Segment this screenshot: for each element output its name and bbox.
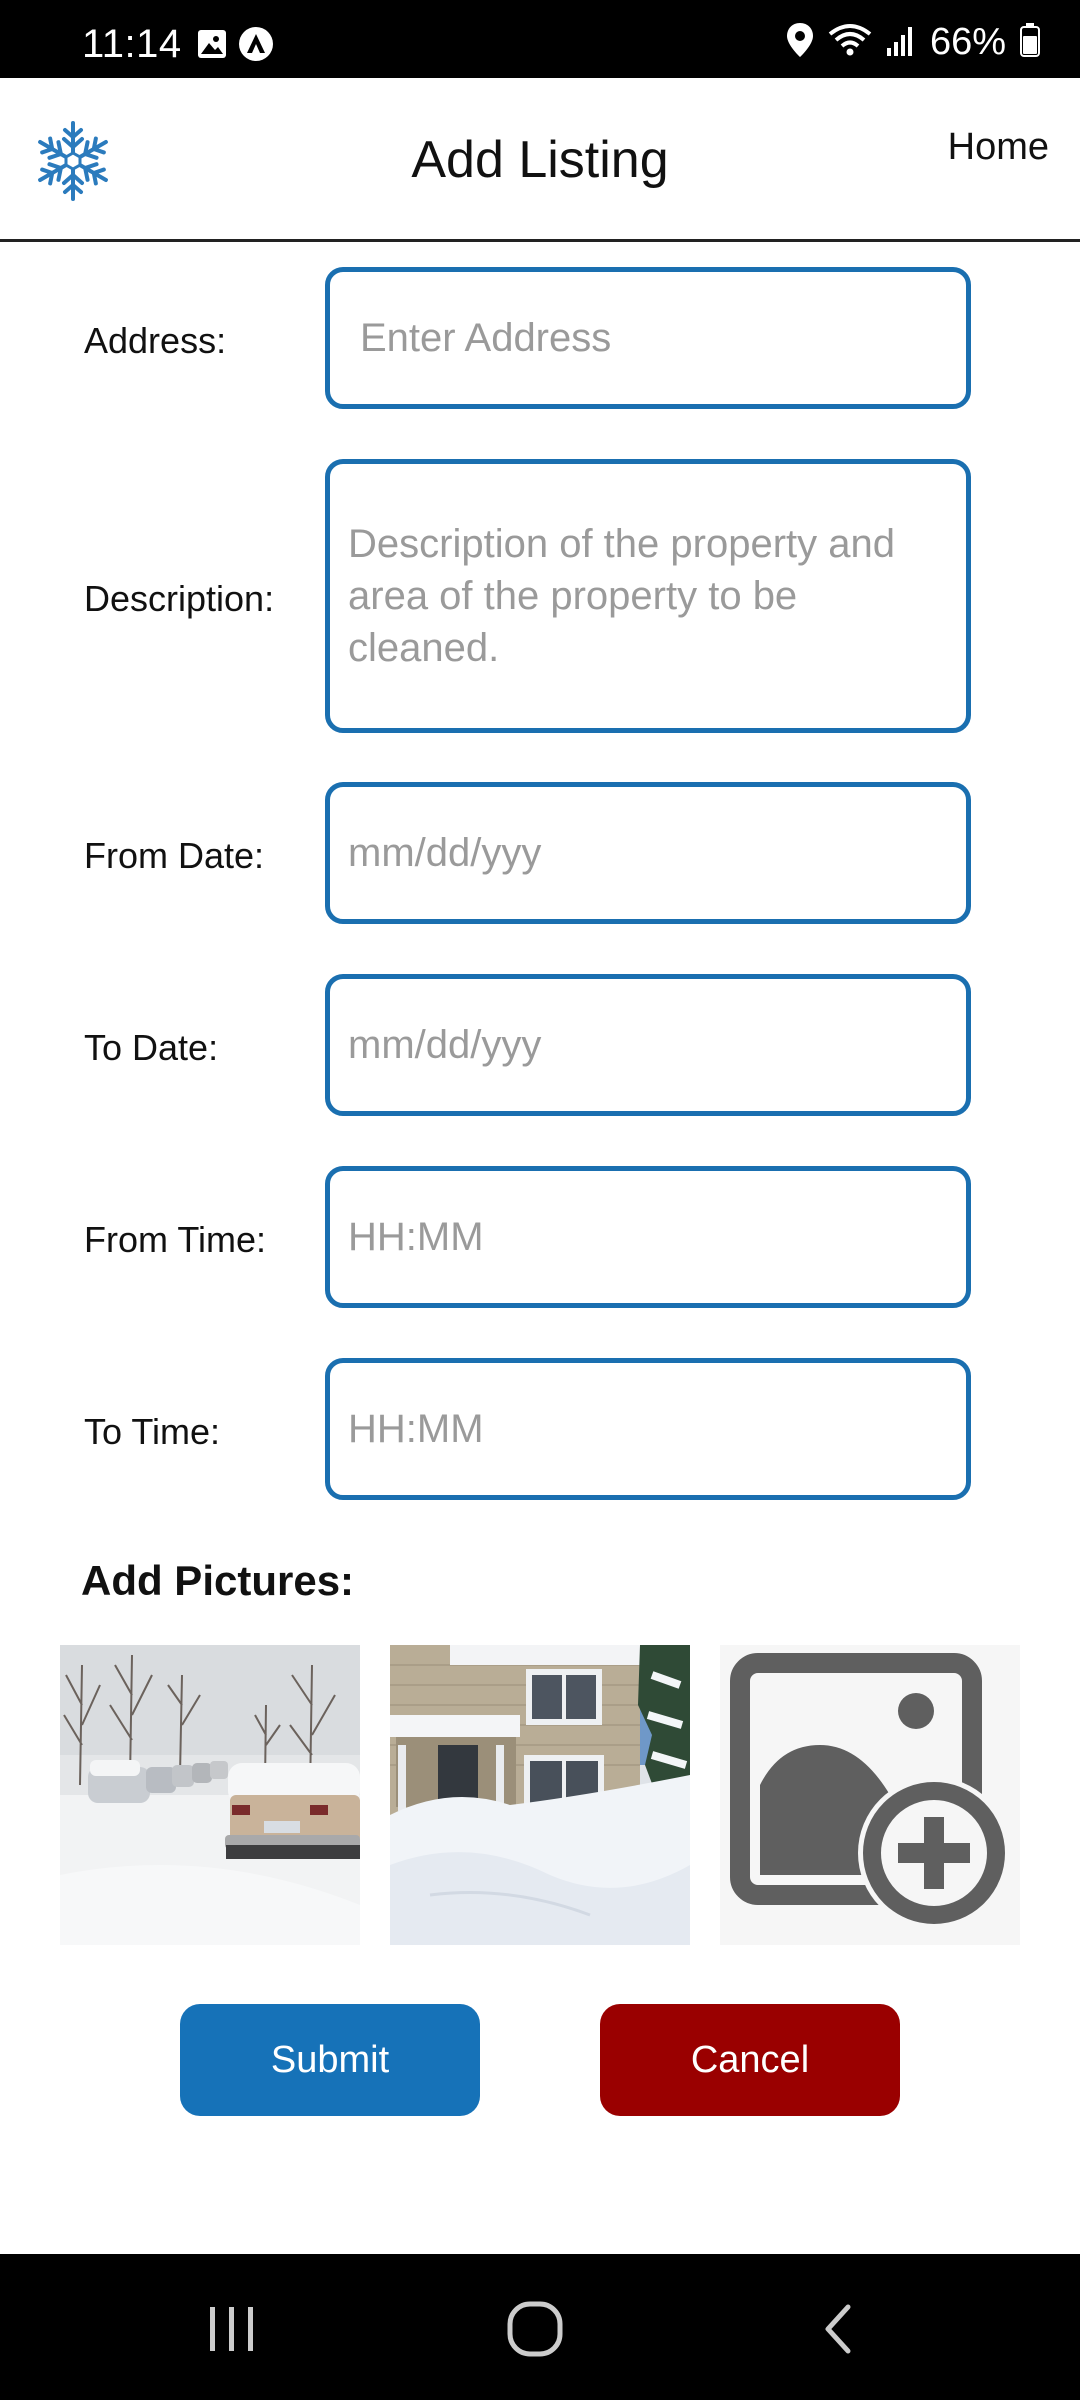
navigation-bar — [0, 2254, 1080, 2400]
wifi-icon — [828, 22, 872, 63]
submit-button[interactable]: Submit — [180, 2004, 480, 2116]
add-pictures-heading: Add Pictures: — [81, 1557, 355, 1604]
snowy-street-photo[interactable] — [60, 1645, 360, 1945]
address-label: Address: — [84, 320, 227, 361]
recents-icon[interactable] — [182, 2294, 282, 2364]
signal-icon — [886, 24, 916, 61]
app-header: Add Listing Home — [0, 78, 1080, 242]
location-icon — [786, 22, 814, 63]
gallery-icon — [196, 28, 228, 65]
battery-level: 66% — [929, 20, 1006, 63]
home-link[interactable]: Home — [948, 126, 1049, 169]
snowy-house-photo[interactable] — [390, 1645, 690, 1945]
battery-icon — [1020, 22, 1040, 62]
to-time-input[interactable] — [325, 1358, 971, 1500]
from-date-label: From Date: — [84, 835, 265, 876]
to-time-label: To Time: — [84, 1411, 221, 1452]
from-time-label: From Time: — [84, 1219, 267, 1260]
status-time: 11:14 — [82, 22, 182, 66]
assistant-icon — [238, 26, 274, 67]
page-title: Add Listing — [411, 131, 669, 189]
cancel-button[interactable]: Cancel — [600, 2004, 900, 2116]
to-date-label: To Date: — [84, 1027, 219, 1068]
back-icon[interactable] — [788, 2294, 888, 2364]
from-date-input[interactable] — [325, 782, 971, 924]
status-icons: 66% — [786, 20, 1040, 63]
to-date-input[interactable] — [325, 974, 971, 1116]
from-time-input[interactable] — [325, 1166, 971, 1308]
add-image-icon[interactable] — [720, 1645, 1020, 1945]
status-bar: 11:14 66% — [0, 0, 1080, 78]
home-circle-icon[interactable] — [485, 2294, 585, 2364]
description-label: Description: — [84, 578, 275, 619]
description-input[interactable] — [325, 459, 971, 733]
address-input[interactable] — [325, 267, 971, 409]
